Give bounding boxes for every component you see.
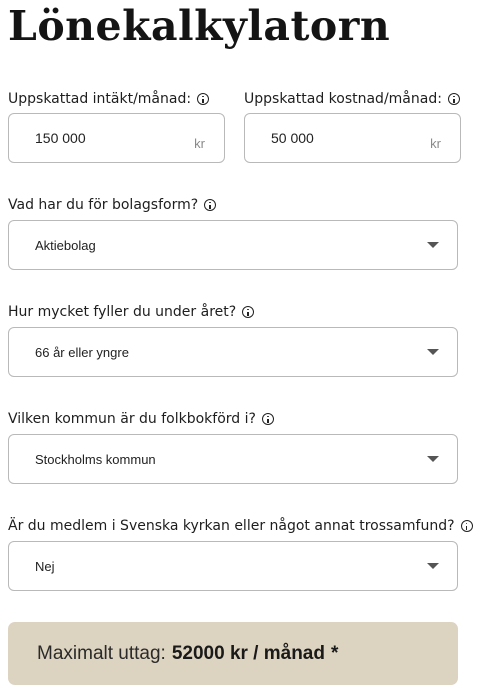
cost-field[interactable]: 50 000 kr <box>244 113 461 163</box>
info-icon[interactable] <box>261 413 274 425</box>
result-amount: 52000 kr / månad <box>171 642 325 664</box>
cost-label: Uppskattad kostnad/månad: <box>244 91 442 107</box>
municipality-select[interactable]: Stockholms kommun <box>8 434 458 484</box>
result-prefix: Maximalt uttag: <box>37 642 166 664</box>
info-icon[interactable] <box>460 520 473 532</box>
church-label-row: Är du medlem i Svenska kyrkan eller någo… <box>8 518 473 534</box>
info-icon[interactable] <box>197 93 210 105</box>
cost-unit: kr <box>430 136 441 151</box>
result-box: Maximalt uttag: 52000 kr / månad * <box>8 622 458 685</box>
cost-value: 50 000 <box>271 130 314 146</box>
income-unit: kr <box>194 136 205 151</box>
church-select[interactable]: Nej <box>8 541 458 591</box>
company-form-label: Vad har du för bolagsform? <box>8 197 199 213</box>
result-footnote-marker: * <box>330 642 339 664</box>
income-label-row: Uppskattad intäkt/månad: <box>8 91 210 107</box>
company-form-value: Aktiebolag <box>35 238 96 253</box>
age-label-row: Hur mycket fyller du under året? <box>8 304 255 320</box>
income-field[interactable]: 150 000 kr <box>8 113 225 163</box>
municipality-label-row: Vilken kommun är du folkbokförd i? <box>8 411 274 427</box>
municipality-label: Vilken kommun är du folkbokförd i? <box>8 411 256 427</box>
age-label: Hur mycket fyller du under året? <box>8 304 237 320</box>
company-form-label-row: Vad har du för bolagsform? <box>8 197 217 213</box>
income-value: 150 000 <box>35 130 86 146</box>
chevron-down-icon <box>427 349 439 355</box>
municipality-value: Stockholms kommun <box>35 452 156 467</box>
company-form-select[interactable]: Aktiebolag <box>8 220 458 270</box>
info-icon[interactable] <box>242 306 255 318</box>
info-icon[interactable] <box>447 93 460 105</box>
chevron-down-icon <box>427 563 439 569</box>
church-label: Är du medlem i Svenska kyrkan eller någo… <box>8 518 455 534</box>
chevron-down-icon <box>427 456 439 462</box>
age-value: 66 år eller yngre <box>35 345 129 360</box>
info-icon[interactable] <box>204 199 217 211</box>
income-label: Uppskattad intäkt/månad: <box>8 91 192 107</box>
cost-label-row: Uppskattad kostnad/månad: <box>244 91 460 107</box>
age-select[interactable]: 66 år eller yngre <box>8 327 458 377</box>
church-value: Nej <box>35 559 55 574</box>
chevron-down-icon <box>427 242 439 248</box>
page-title: Lönekalkylatorn <box>8 2 391 50</box>
